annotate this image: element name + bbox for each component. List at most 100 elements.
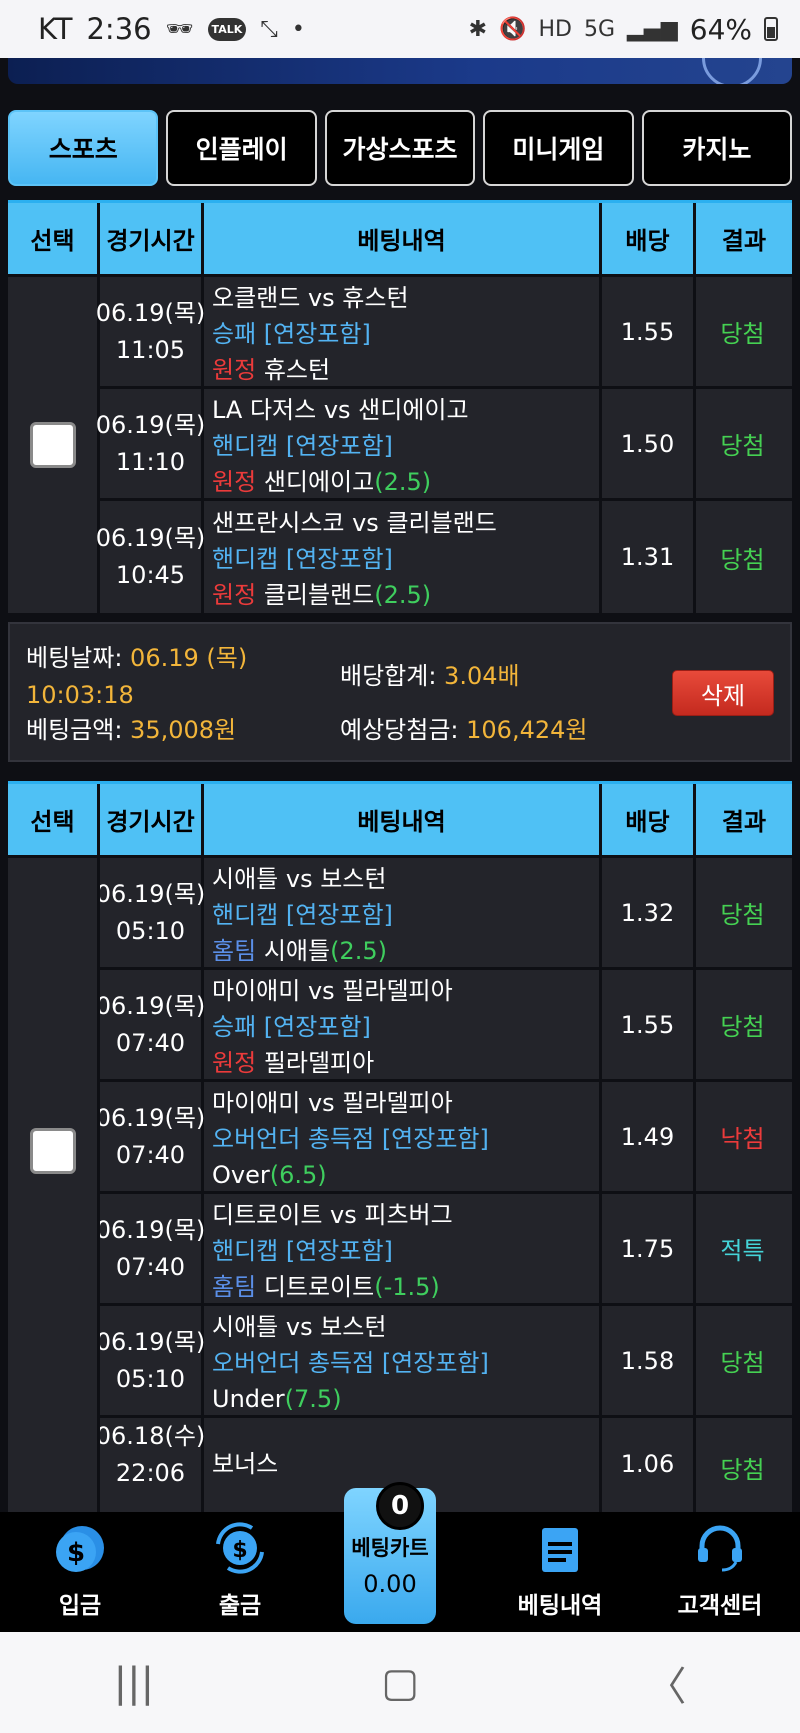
odds-value: 1.50 bbox=[602, 389, 696, 498]
header-detail: 베팅내역 bbox=[204, 203, 602, 274]
table-row: 06.19(목) 07:40 디트로이트 vs 피츠버그 핸디캡 [연장포함] 홈… bbox=[100, 1194, 792, 1306]
match-name: 오클랜드 vs 휴스턴 bbox=[212, 283, 409, 312]
signal-icon: ▂▄▆ bbox=[627, 16, 678, 42]
game-date: 06.19(목) bbox=[95, 410, 206, 439]
table-row: 06.19(목) 07:40 마이애미 vs 필라델피아 오버언더 총득점 [연장… bbox=[100, 1082, 792, 1194]
pick-line: (2.5) bbox=[374, 467, 432, 496]
pick-side: 원정 bbox=[212, 467, 257, 496]
match-name: 시애틀 vs 보스턴 bbox=[212, 864, 387, 893]
header-time: 경기시간 bbox=[100, 203, 204, 274]
system-nav-bar: ||| ▢ 〈 bbox=[0, 1632, 800, 1733]
pick-team: 클리블랜드 bbox=[263, 581, 375, 609]
game-time: 07:40 bbox=[115, 1140, 186, 1169]
back-icon[interactable]: 〈 bbox=[646, 1654, 686, 1712]
tab-casino[interactable]: 카지노 bbox=[641, 110, 793, 186]
headset-support-icon bbox=[698, 1525, 742, 1572]
expected-win: 106,424원 bbox=[466, 716, 588, 744]
result-badge: 당첨 bbox=[720, 1456, 765, 1484]
match-name: 보너스 bbox=[212, 1450, 279, 1478]
match-name: 디트로이트 vs 피츠버그 bbox=[212, 1200, 453, 1229]
nav-history[interactable]: 베팅내역 bbox=[480, 1512, 640, 1632]
nav-bet-cart[interactable]: 베팅카트 0.00 bbox=[320, 1488, 480, 1632]
missed-call-icon: ⤡ bbox=[260, 16, 278, 42]
bet-amount-label: 베팅금액: bbox=[26, 716, 123, 744]
market-type: 오버언더 총득점 [연장포함] bbox=[212, 1348, 489, 1377]
pick-line: (-1.5) bbox=[374, 1272, 440, 1301]
result-badge: 당첨 bbox=[720, 1013, 765, 1041]
select-checkbox[interactable] bbox=[29, 422, 76, 468]
match-name: 시애틀 vs 보스턴 bbox=[212, 1312, 387, 1341]
total-odds-label: 배당합계: bbox=[340, 662, 437, 690]
table-row: 06.19(목) 10:45 샌프란시스코 vs 클리블랜드 핸디캡 [연장포함]… bbox=[96, 501, 792, 613]
nav-deposit[interactable]: $ 입금 bbox=[0, 1512, 160, 1632]
game-date: 06.19(목) bbox=[100, 1103, 206, 1132]
match-name: 마이애미 vs 필라델피아 bbox=[212, 976, 453, 1005]
expected-win-label: 예상당첨금: bbox=[340, 716, 459, 744]
banner-orb-graphic bbox=[702, 58, 762, 84]
game-date: 06.19(목) bbox=[100, 991, 206, 1020]
hd-icon: HD bbox=[538, 16, 572, 42]
tab-minigame[interactable]: 미니게임 bbox=[483, 110, 634, 186]
bet-cart-label: 베팅카트 bbox=[351, 1536, 429, 1560]
odds-value: 1.55 bbox=[602, 970, 696, 1079]
header-odds: 배당 bbox=[602, 203, 696, 274]
pick-side: 원정 bbox=[212, 355, 257, 384]
select-checkbox[interactable] bbox=[29, 1128, 76, 1174]
pick-team: 샌디에이고 bbox=[263, 467, 375, 496]
notification-dot-icon: • bbox=[291, 16, 305, 42]
odds-value: 1.55 bbox=[602, 277, 696, 386]
result-badge: 당첨 bbox=[720, 545, 765, 574]
odds-value: 1.06 bbox=[602, 1418, 696, 1514]
document-history-icon bbox=[542, 1528, 578, 1572]
select-cell bbox=[8, 277, 100, 613]
tab-sports[interactable]: 스포츠 bbox=[8, 110, 159, 186]
battery-icon bbox=[764, 17, 778, 41]
nav-deposit-label: 입금 bbox=[58, 1593, 102, 1619]
tab-inplay[interactable]: 인플레이 bbox=[166, 110, 317, 186]
exchange-withdraw-icon: $ bbox=[216, 1522, 264, 1574]
pick-team: Under bbox=[212, 1384, 285, 1413]
result-badge: 낙첨 bbox=[720, 1125, 765, 1153]
market-type: 핸디캡 [연장포함] bbox=[212, 900, 393, 929]
bet-date-label: 베팅날짜: bbox=[26, 644, 123, 672]
game-date: 06.19(목) bbox=[95, 524, 206, 552]
game-time: 11:10 bbox=[115, 447, 186, 476]
game-time: 10:45 bbox=[115, 561, 186, 589]
result-badge: 당첨 bbox=[720, 432, 765, 460]
header-select: 선택 bbox=[8, 784, 100, 855]
result-badge: 당첨 bbox=[720, 320, 765, 348]
header-result: 결과 bbox=[696, 203, 792, 274]
pick-line: (6.5) bbox=[269, 1160, 327, 1189]
pick-team: Over bbox=[212, 1160, 270, 1189]
header-detail: 베팅내역 bbox=[204, 784, 602, 855]
bet-time: 10:03:18 bbox=[26, 681, 134, 709]
bet-slip-1: 선택 경기시간 베팅내역 배당 결과 06.19(목) 11:05 오클랜드 vs… bbox=[8, 200, 792, 613]
market-type: 오버언더 총득점 [연장포함] bbox=[212, 1124, 489, 1153]
nav-withdraw[interactable]: $ 출금 bbox=[160, 1512, 320, 1632]
table-row: 06.18(수) 22:06 보너스 1.06 당첨 bbox=[100, 1418, 792, 1514]
bet-date: 06.19 (목) bbox=[130, 644, 248, 672]
recent-apps-icon[interactable]: ||| bbox=[114, 1660, 154, 1706]
bet-slip-2: 선택 경기시간 베팅내역 배당 결과 06.19(목) 05:10 시애틀 vs … bbox=[8, 781, 792, 1514]
promo-banner[interactable] bbox=[8, 58, 792, 84]
table-header: 선택 경기시간 베팅내역 배당 결과 bbox=[8, 781, 792, 855]
pick-side: 원정 bbox=[212, 1048, 257, 1077]
pick-team: 디트로이트 bbox=[263, 1272, 375, 1301]
nav-support-label: 고객센터 bbox=[677, 1593, 763, 1619]
tab-virtual-sports[interactable]: 가상스포츠 bbox=[324, 110, 476, 186]
game-date: 06.19(목) bbox=[100, 879, 206, 908]
clock: 2:36 bbox=[86, 12, 152, 46]
delete-button[interactable]: 삭제 bbox=[672, 670, 774, 716]
status-bar: KT 2:36 🕶 TALK ⤡ • ✱ 🔇 HD 5G ▂▄▆ 64% bbox=[0, 0, 800, 58]
category-tabs: 스포츠 인플레이 가상스포츠 미니게임 카지노 bbox=[8, 110, 793, 186]
odds-value: 1.75 bbox=[602, 1194, 696, 1303]
home-icon[interactable]: ▢ bbox=[381, 1660, 419, 1706]
pick-side: 홈팀 bbox=[212, 936, 257, 965]
svg-text:$: $ bbox=[67, 1538, 85, 1568]
nav-history-label: 베팅내역 bbox=[517, 1593, 603, 1619]
table-header: 선택 경기시간 베팅내역 배당 결과 bbox=[8, 200, 792, 274]
nav-support[interactable]: 고객센터 bbox=[640, 1512, 800, 1632]
market-type: 승패 [연장포함] bbox=[212, 319, 371, 348]
game-date: 06.19(목) bbox=[100, 1327, 206, 1356]
bluetooth-icon: ✱ bbox=[468, 16, 488, 42]
